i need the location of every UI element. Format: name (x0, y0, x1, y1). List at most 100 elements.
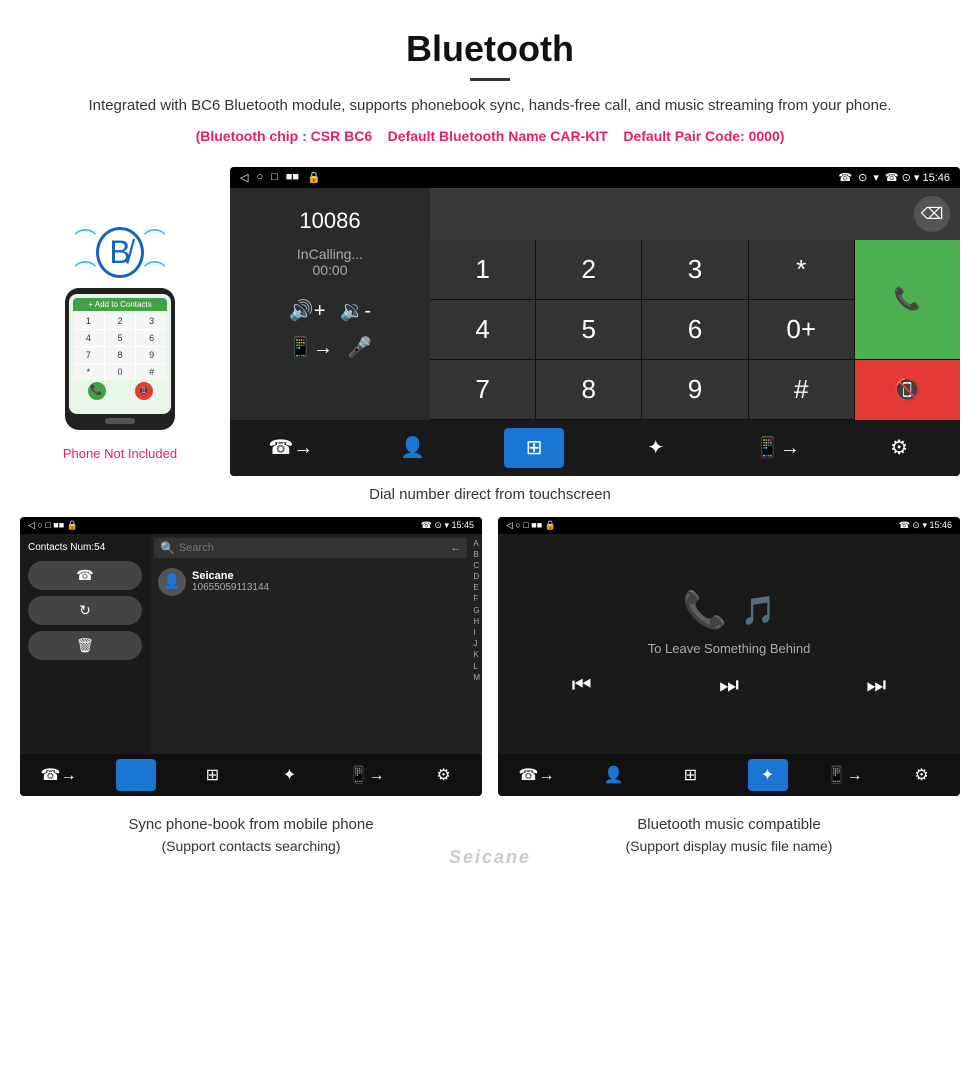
contacts-status-right: ☎ ⊙ ▾ 15:45 (421, 520, 474, 531)
status-left: ◁ ○ □ ■■ 🔒 (240, 171, 321, 184)
numpad-grid: 1 2 3 * 📞 4 5 6 0+ 7 8 9 # 📵 (430, 240, 960, 420)
key-star[interactable]: * (749, 240, 854, 299)
spec-pair: Default Pair Code: 0000) (623, 128, 784, 144)
prev-track-btn[interactable]: ⏮ (572, 672, 592, 698)
key-9[interactable]: 9 (642, 360, 747, 419)
contacts-body: Contacts Num:54 ☎ ↻ 🗑 🔍 ← 👤 Sei (20, 534, 482, 754)
key-6[interactable]: 6 (642, 300, 747, 359)
music-icon-area: 📞 🎵 (682, 589, 776, 631)
dialer-status: InCalling... 00:00 (297, 246, 363, 278)
music-main-caption: Bluetooth music compatible (498, 814, 960, 837)
sync-action-btn[interactable]: ↻ (28, 596, 142, 625)
key-7[interactable]: 7 (430, 360, 535, 419)
phone-device: + Add to Contacts 123 456 789 *0# 📞 📵 (65, 288, 175, 430)
music-nav-bar: ☎→ 👤 ⊞ ✦ 📱→ ⚙ (498, 754, 960, 796)
small-screens-row: ◁ ○ □ ■■ 🔒 ☎ ⊙ ▾ 15:45 Contacts Num:54 ☎… (0, 517, 980, 796)
time-display: ☎ ⊙ ▾ 15:46 (885, 171, 950, 184)
back-btn[interactable]: ◁ (240, 171, 248, 184)
dialer-body: 10086 InCalling... 00:00 🔊+ 🔉- 📱→ 🎤 (230, 188, 960, 420)
mnav-contacts[interactable]: 👤 (594, 759, 634, 791)
music-body: 📞 🎵 To Leave Something Behind ⏮ ⏭ ⏭ (498, 534, 960, 754)
key-2[interactable]: 2 (536, 240, 641, 299)
key-hash[interactable]: # (749, 360, 854, 419)
search-icon: 🔍 (160, 541, 175, 555)
contact-item[interactable]: 👤 Seicane 10655059113144 (154, 562, 467, 602)
spec-chip: (Bluetooth chip : CSR BC6 (196, 128, 373, 144)
contacts-main-caption: Sync phone-book from mobile phone (20, 814, 482, 837)
phone-illustration: ⌒⌒ B̸ ⌒⌒ + Add to Contacts 123 456 789 *… (20, 167, 220, 461)
music-controls: ⏮ ⏭ ⏭ (508, 672, 950, 698)
cnav-bluetooth[interactable]: ✦ (270, 759, 310, 791)
contacts-sub-caption: (Support contacts searching) (20, 836, 482, 857)
contacts-nav-bar: ☎→ 👤 ⊞ ✦ 📱→ ⚙ (20, 754, 482, 796)
location-icon: ⊙ (858, 171, 867, 184)
contacts-screen: ◁ ○ □ ■■ 🔒 ☎ ⊙ ▾ 15:45 Contacts Num:54 ☎… (20, 517, 482, 796)
volume-up-icon[interactable]: 🔊+ (289, 298, 326, 323)
phone-end-button[interactable]: 📵 (135, 382, 153, 400)
contacts-main: 🔍 ← 👤 Seicane 10655059113144 (150, 534, 471, 754)
bluetooth-symbol: B̸ (96, 227, 143, 278)
contacts-sidebar: Contacts Num:54 ☎ ↻ 🗑 (20, 534, 150, 754)
mnav-bluetooth[interactable]: ✦ (748, 759, 788, 791)
phone-call-row: 📞 📵 (73, 382, 167, 400)
title-underline (470, 78, 510, 81)
contact-number: 10655059113144 (192, 582, 269, 593)
dialer-number: 10086 (299, 208, 360, 234)
specs-line: (Bluetooth chip : CSR BC6 Default Blueto… (60, 126, 920, 147)
cnav-call[interactable]: ☎→ (39, 759, 79, 791)
music-nav-icons: ◁ ○ □ ■■ 🔒 (506, 520, 556, 531)
contacts-screen-wrapper: ◁ ○ □ ■■ 🔒 ☎ ⊙ ▾ 15:45 Contacts Num:54 ☎… (20, 517, 482, 796)
dialer-input-row: ⌫ (430, 188, 960, 240)
header-description: Integrated with BC6 Bluetooth module, su… (60, 95, 920, 118)
home-btn[interactable]: ○ (256, 171, 263, 183)
contacts-nav-icons: ◁ ○ □ ■■ 🔒 (28, 520, 78, 531)
mnav-call[interactable]: ☎→ (517, 759, 557, 791)
contacts-search-input[interactable] (179, 542, 450, 554)
phone-call-button[interactable]: 📞 (88, 382, 106, 400)
call-action-btn[interactable]: ☎ (28, 561, 142, 590)
sim-icon: ■■ (286, 171, 299, 183)
call-button[interactable]: 📞 (855, 240, 960, 359)
main-content-row: ⌒⌒ B̸ ⌒⌒ + Add to Contacts 123 456 789 *… (0, 167, 980, 476)
contacts-count: Contacts Num:54 (28, 542, 142, 553)
dialer-volume-controls: 🔊+ 🔉- (289, 298, 371, 323)
backspace-button[interactable]: ⌫ (914, 196, 950, 232)
nav-call-log[interactable]: ☎→ (261, 428, 321, 468)
transfer-icon[interactable]: 📱→ (288, 335, 333, 360)
mnav-transfer[interactable]: 📱→ (825, 759, 865, 791)
main-caption: Dial number direct from touchscreen (0, 486, 980, 503)
cnav-contacts[interactable]: 👤 (116, 759, 156, 791)
contact-name: Seicane (192, 570, 269, 582)
mnav-dialpad[interactable]: ⊞ (671, 759, 711, 791)
mic-icon[interactable]: 🎤 (347, 335, 372, 360)
song-title: To Leave Something Behind (648, 641, 811, 656)
contacts-alpha-index: ABCD EFGH IJKLM (471, 534, 482, 754)
phone-screen: + Add to Contacts 123 456 789 *0# 📞 📵 (69, 294, 171, 414)
mnav-settings[interactable]: ⚙ (902, 759, 942, 791)
dialer-right-panel: ⌫ 1 2 3 * 📞 4 5 6 0+ 7 8 (430, 188, 960, 420)
end-call-button[interactable]: 📵 (855, 360, 960, 420)
delete-action-btn[interactable]: 🗑 (28, 631, 142, 660)
volume-down-icon[interactable]: 🔉- (340, 298, 372, 323)
music-screen: ◁ ○ □ ■■ 🔒 ☎ ⊙ ▾ 15:46 📞 🎵 To Leave Some… (498, 517, 960, 796)
key-4[interactable]: 4 (430, 300, 535, 359)
nav-contacts[interactable]: 👤 (382, 428, 442, 468)
contacts-status-bar: ◁ ○ □ ■■ 🔒 ☎ ⊙ ▾ 15:45 (20, 517, 482, 534)
nav-transfer[interactable]: 📱→ (747, 428, 807, 468)
phone-numpad: 123 456 789 *0# (73, 313, 167, 380)
nav-dialpad[interactable]: ⊞ (504, 428, 564, 468)
play-pause-btn[interactable]: ⏭ (719, 672, 739, 698)
key-0plus[interactable]: 0+ (749, 300, 854, 359)
key-5[interactable]: 5 (536, 300, 641, 359)
nav-bluetooth[interactable]: ✦ (626, 428, 686, 468)
cnav-settings[interactable]: ⚙ (424, 759, 464, 791)
nav-settings[interactable]: ⚙ (869, 428, 929, 468)
key-3[interactable]: 3 (642, 240, 747, 299)
recents-btn[interactable]: □ (271, 171, 278, 183)
key-1[interactable]: 1 (430, 240, 535, 299)
next-track-btn[interactable]: ⏭ (866, 672, 886, 698)
key-8[interactable]: 8 (536, 360, 641, 419)
cnav-transfer[interactable]: 📱→ (347, 759, 387, 791)
spec-name: Default Bluetooth Name CAR-KIT (388, 128, 608, 144)
cnav-dialpad[interactable]: ⊞ (193, 759, 233, 791)
